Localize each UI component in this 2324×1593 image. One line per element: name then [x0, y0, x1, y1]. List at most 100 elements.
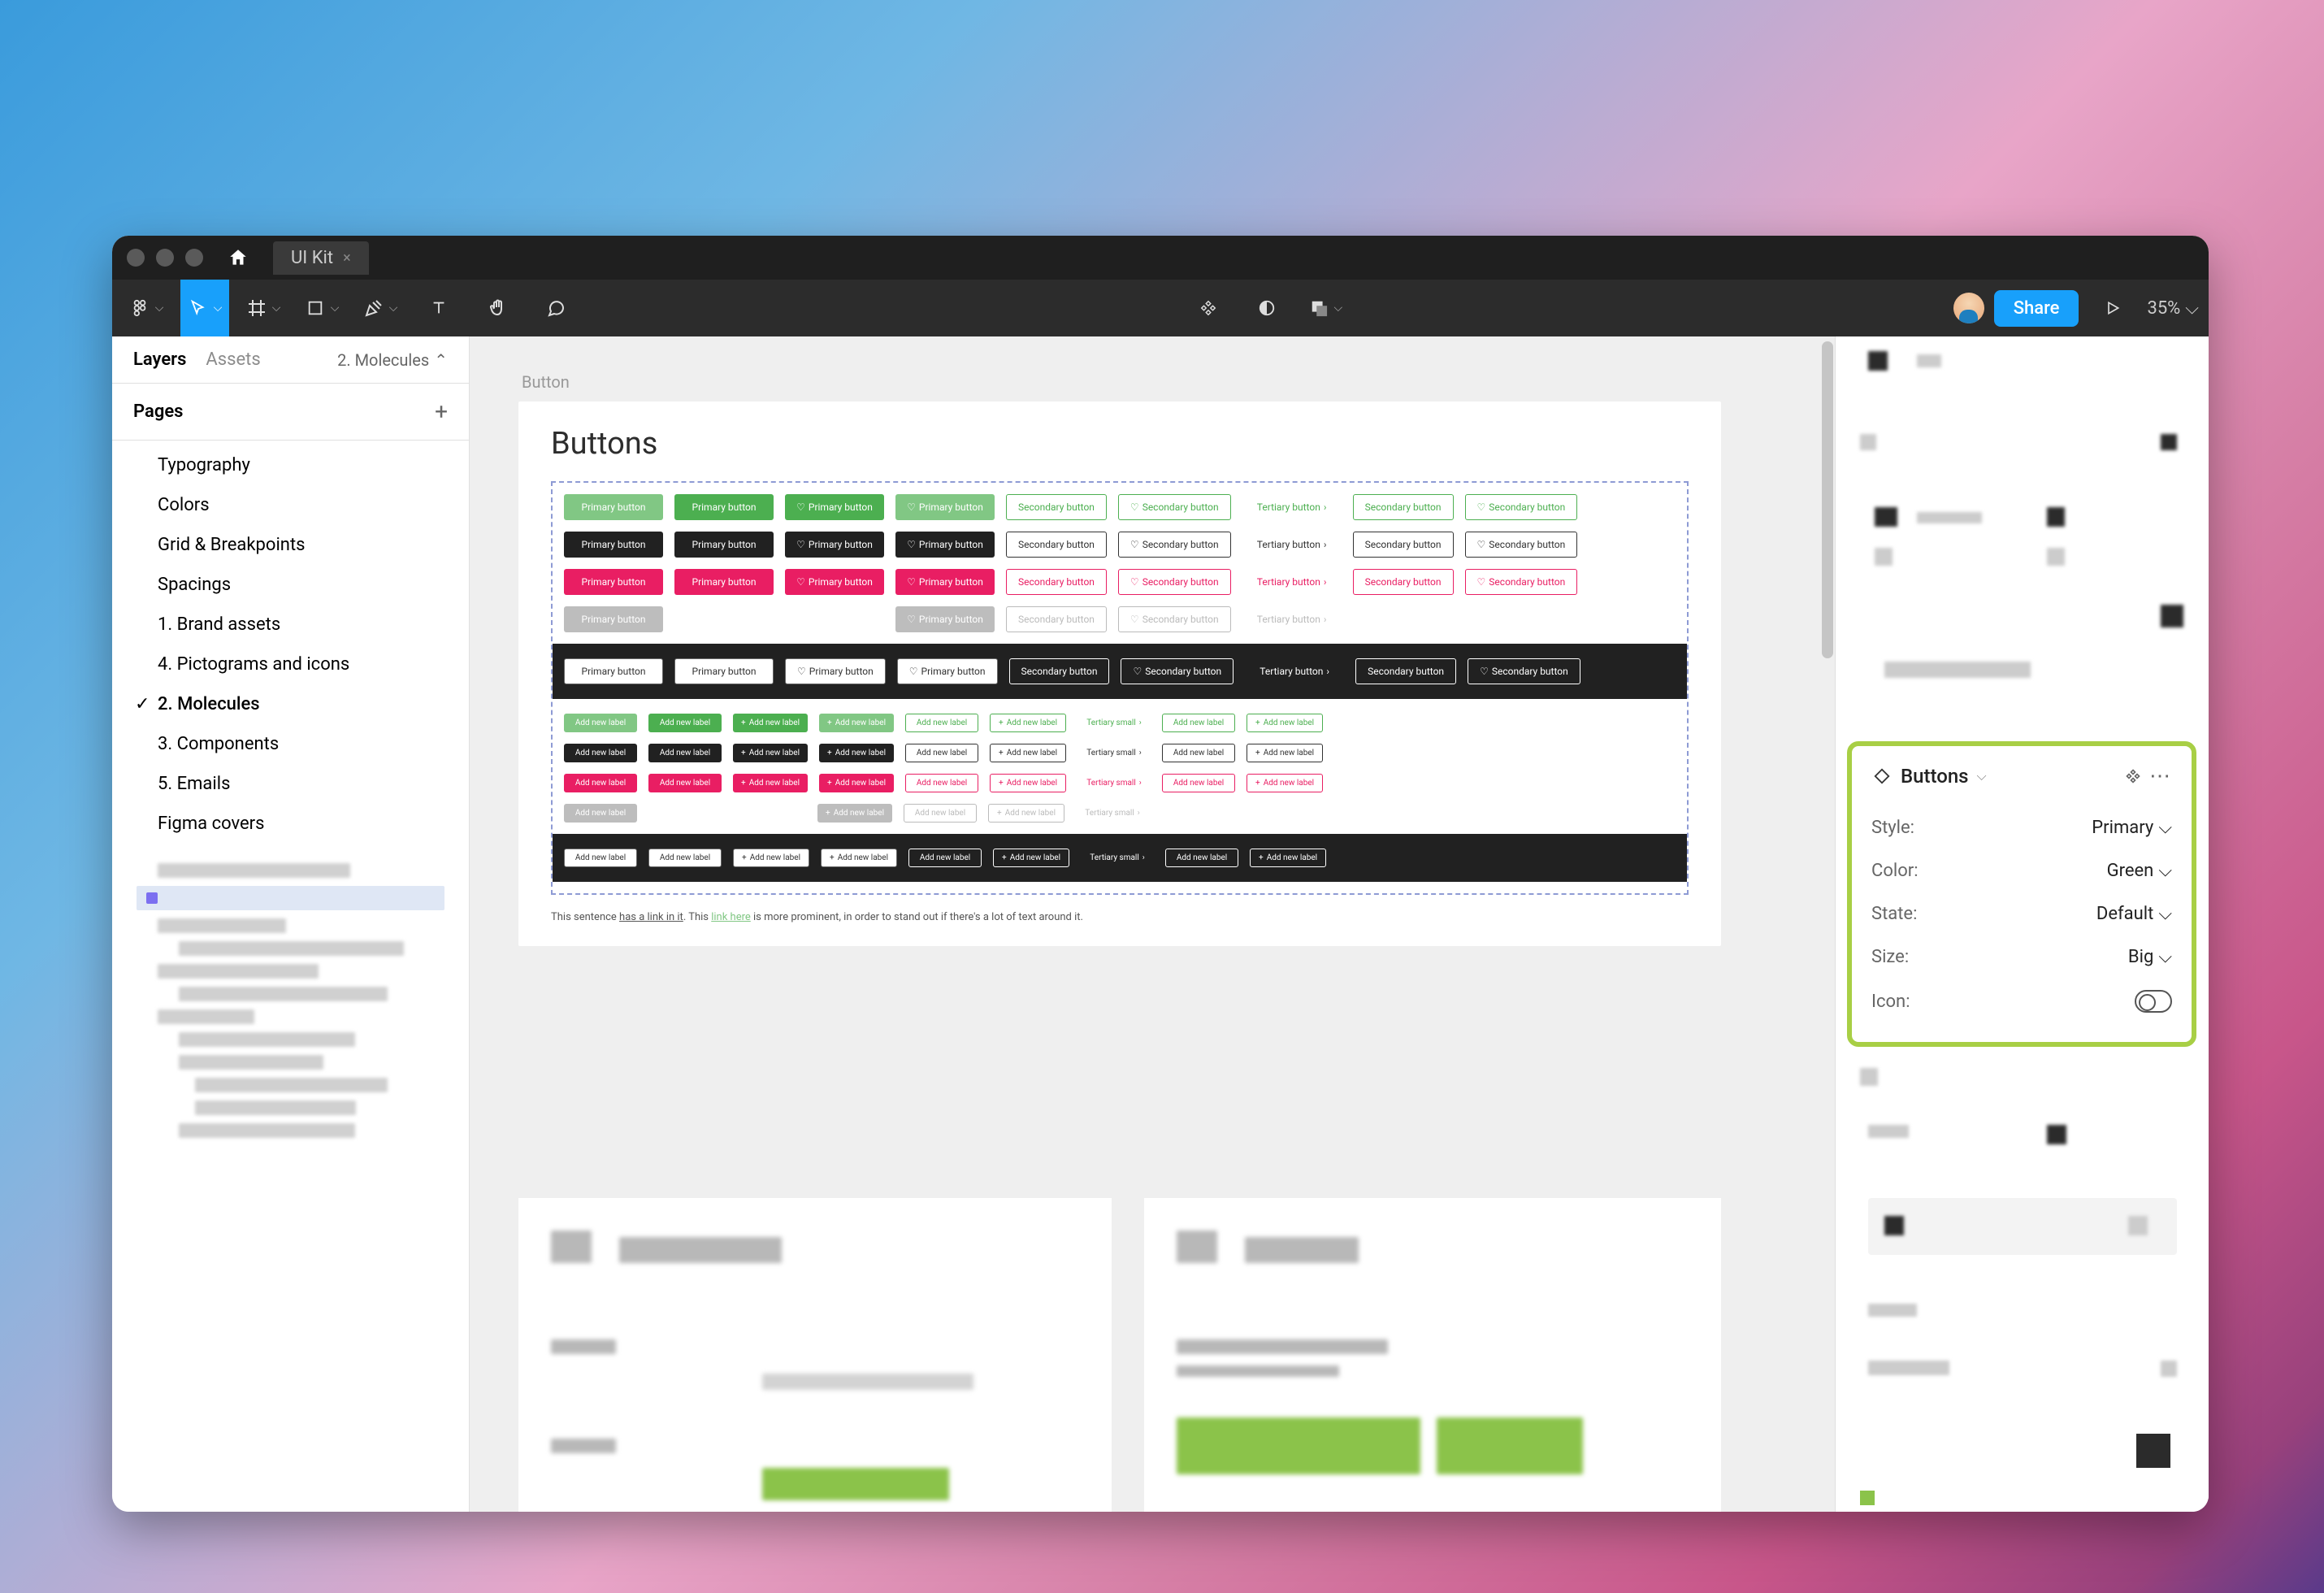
page-item[interactable]: 2. Molecules: [112, 684, 469, 724]
btn-variant[interactable]: + Add new label: [733, 774, 808, 792]
btn-variant[interactable]: ♡ Primary button: [785, 532, 884, 558]
more-icon[interactable]: ⋯: [2149, 764, 2172, 788]
btn-variant[interactable]: Primary button: [564, 532, 663, 558]
btn-variant[interactable]: + Add new label: [819, 774, 894, 792]
btn-variant[interactable]: ♡ Secondary button: [1121, 658, 1234, 684]
btn-variant[interactable]: + Add new label: [821, 849, 897, 867]
btn-variant[interactable]: Tertiary small ›: [1081, 849, 1154, 867]
btn-variant[interactable]: ♡ Primary button: [895, 494, 995, 520]
btn-variant[interactable]: Add new label: [564, 804, 637, 823]
prop-value-size[interactable]: Big ⌵: [2128, 947, 2172, 967]
add-page-button[interactable]: +: [435, 398, 448, 425]
btn-variant[interactable]: ♡ Secondary button: [1118, 532, 1231, 558]
btn-variant[interactable]: + Add new label: [990, 714, 1066, 732]
home-icon[interactable]: [228, 247, 249, 268]
btn-variant[interactable]: + Add new label: [990, 774, 1066, 792]
btn-variant[interactable]: Primary button: [564, 569, 663, 595]
btn-variant[interactable]: ♡ Primary button: [897, 658, 998, 684]
btn-variant[interactable]: Primary button: [674, 532, 774, 558]
btn-variant[interactable]: Add new label: [564, 714, 637, 732]
btn-variant[interactable]: Tertiary small ›: [1077, 774, 1151, 792]
prop-value-color[interactable]: Green ⌵: [2107, 861, 2172, 881]
btn-variant[interactable]: Primary button: [674, 494, 774, 520]
btn-variant[interactable]: ♡ Secondary button: [1465, 569, 1578, 595]
frame-blurred[interactable]: [1144, 1198, 1721, 1512]
swap-instance-icon[interactable]: [2125, 768, 2141, 784]
btn-variant[interactable]: Secondary button: [1353, 569, 1454, 595]
page-item[interactable]: Grid & Breakpoints: [112, 525, 469, 565]
btn-variant[interactable]: + Add new label: [817, 804, 892, 823]
prop-value-state[interactable]: Default ⌵: [2096, 904, 2172, 924]
btn-variant[interactable]: ♡ Primary button: [895, 532, 995, 558]
btn-variant[interactable]: Secondary button: [1353, 494, 1454, 520]
page-item[interactable]: 5. Emails: [112, 764, 469, 804]
btn-variant[interactable]: Secondary button: [1006, 569, 1107, 595]
btn-variant[interactable]: ♡ Secondary button: [1465, 532, 1578, 558]
page-item[interactable]: Colors: [112, 485, 469, 525]
btn-variant[interactable]: Add new label: [648, 744, 722, 762]
btn-variant[interactable]: + Add new label: [990, 744, 1066, 762]
btn-variant[interactable]: Tertiary small ›: [1076, 804, 1149, 823]
btn-variant[interactable]: Add new label: [905, 714, 978, 732]
layers-tab[interactable]: Layers: [133, 349, 186, 370]
btn-variant[interactable]: Secondary button: [1006, 532, 1107, 558]
btn-variant[interactable]: Add new label: [1162, 714, 1235, 732]
btn-variant[interactable]: + Add new label: [819, 744, 894, 762]
btn-variant[interactable]: Add new label: [905, 774, 978, 792]
user-avatar[interactable]: [1953, 293, 1984, 323]
btn-variant[interactable]: Tertiary button ›: [1242, 494, 1342, 520]
prop-value-style[interactable]: Primary ⌵: [2092, 818, 2172, 838]
page-selector[interactable]: 2. Molecules ⌃: [337, 350, 448, 370]
btn-variant[interactable]: ♡ Primary button: [785, 658, 886, 684]
shape-tool[interactable]: ⌵: [297, 280, 346, 336]
btn-variant[interactable]: Add new label: [564, 774, 637, 792]
btn-variant[interactable]: + Add new label: [733, 849, 809, 867]
btn-variant[interactable]: Primary button: [674, 569, 774, 595]
boolean-tool[interactable]: ⌵: [1301, 280, 1350, 336]
close-dot[interactable]: [127, 249, 145, 267]
page-item[interactable]: 3. Components: [112, 724, 469, 764]
btn-variant[interactable]: ♡ Primary button: [895, 606, 995, 632]
btn-variant[interactable]: Add new label: [1162, 744, 1235, 762]
btn-variant[interactable]: + Add new label: [819, 714, 894, 732]
btn-variant[interactable]: Tertiary button ›: [1242, 532, 1342, 558]
share-button[interactable]: Share: [1994, 290, 2079, 327]
btn-variant[interactable]: Add new label: [648, 714, 722, 732]
page-item[interactable]: Typography: [112, 445, 469, 485]
btn-variant[interactable]: Tertiary small ›: [1077, 714, 1151, 732]
btn-variant[interactable]: Secondary button: [1355, 658, 1456, 684]
btn-variant[interactable]: Primary button: [564, 606, 663, 632]
btn-variant[interactable]: Primary button: [564, 658, 663, 684]
btn-variant[interactable]: Tertiary button ›: [1245, 658, 1344, 684]
minimize-dot[interactable]: [156, 249, 174, 267]
frame-label[interactable]: Button: [522, 372, 570, 392]
btn-variant[interactable]: ♡ Secondary button: [1118, 606, 1231, 632]
layer-item-selected[interactable]: [137, 886, 444, 910]
btn-variant[interactable]: Secondary button: [1353, 532, 1454, 558]
btn-variant[interactable]: ♡ Secondary button: [1465, 494, 1578, 520]
btn-variant[interactable]: + Add new label: [1250, 849, 1326, 867]
variant-grid[interactable]: Primary button Primary button ♡ Primary …: [551, 481, 1689, 895]
panel-title[interactable]: Buttons: [1901, 765, 1969, 788]
btn-variant[interactable]: Secondary button: [1009, 658, 1110, 684]
btn-variant[interactable]: + Add new label: [1247, 744, 1323, 762]
file-tab[interactable]: UI Kit ×: [273, 241, 369, 275]
pen-tool[interactable]: ⌵: [356, 280, 405, 336]
move-tool[interactable]: ⌵: [180, 280, 229, 336]
chevron-down-icon[interactable]: ⌵: [1977, 768, 1987, 784]
btn-variant[interactable]: Add new label: [648, 774, 722, 792]
btn-variant[interactable]: Add new label: [908, 849, 982, 867]
btn-variant[interactable]: ♡ Secondary button: [1118, 569, 1231, 595]
btn-variant[interactable]: + Add new label: [988, 804, 1064, 823]
frame-blurred[interactable]: [518, 1198, 1112, 1512]
assets-tab[interactable]: Assets: [206, 349, 260, 370]
canvas-scrollbar[interactable]: [1822, 341, 1833, 658]
btn-variant[interactable]: Add new label: [564, 849, 637, 867]
hand-tool[interactable]: [473, 280, 522, 336]
design-canvas[interactable]: Button Buttons Primary button Primary bu…: [470, 336, 1835, 1512]
btn-variant[interactable]: Add new label: [1165, 849, 1238, 867]
btn-variant[interactable]: ♡ Primary button: [785, 569, 884, 595]
btn-variant[interactable]: ♡ Secondary button: [1468, 658, 1580, 684]
btn-variant[interactable]: + Add new label: [1247, 774, 1323, 792]
present-button[interactable]: [2088, 280, 2137, 336]
